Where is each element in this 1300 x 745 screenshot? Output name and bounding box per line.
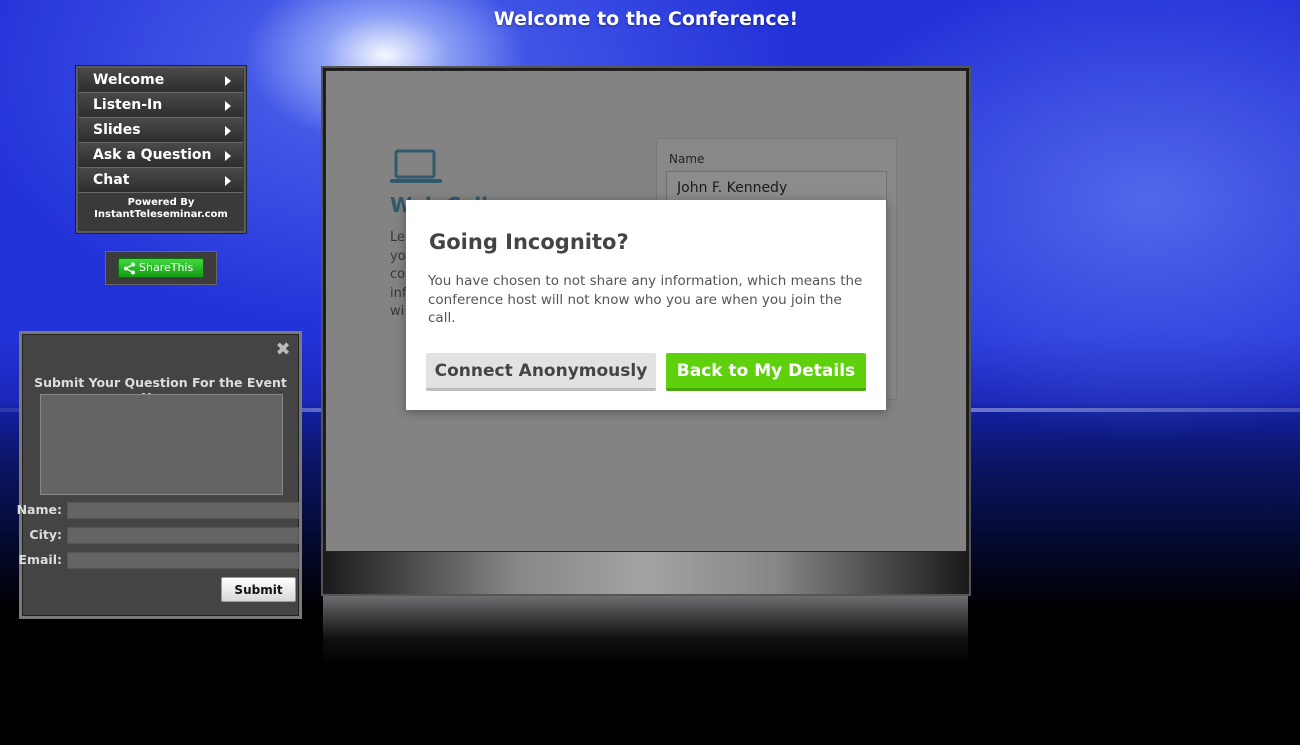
- nav-item-label: Chat: [93, 172, 130, 188]
- nav-item-listen-in[interactable]: Listen-In: [79, 93, 243, 118]
- dialog-title: Going Incognito?: [429, 230, 629, 254]
- stage-reflection: [323, 596, 968, 666]
- nav-item-welcome[interactable]: Welcome: [79, 68, 243, 93]
- nav-item-label: Ask a Question: [93, 147, 212, 163]
- powered-by-text: Powered By: [127, 197, 195, 208]
- sharethis-button[interactable]: ShareThis: [118, 258, 204, 278]
- nav-item-label: Welcome: [93, 72, 165, 88]
- incognito-dialog: Going Incognito? You have chosen to not …: [406, 200, 886, 410]
- question-panel: ✖ Submit Your Question For the Event Her…: [16, 331, 302, 619]
- powered-by-site: InstantTeleseminar.com: [94, 209, 228, 220]
- email-label: Email:: [18, 552, 62, 567]
- chevron-right-icon: [225, 101, 231, 111]
- nav-item-ask-a-question[interactable]: Ask a Question: [79, 143, 243, 168]
- sharethis-label: ShareThis: [139, 261, 194, 274]
- city-input[interactable]: [67, 527, 299, 544]
- chevron-right-icon: [225, 76, 231, 86]
- email-input[interactable]: [67, 552, 299, 569]
- name-input[interactable]: [67, 502, 299, 519]
- share-container: ShareThis: [105, 251, 217, 285]
- dialog-message: You have chosen to not share any informa…: [428, 273, 863, 326]
- name-label: Name:: [16, 502, 62, 517]
- close-icon[interactable]: ✖: [275, 341, 291, 359]
- question-textarea[interactable]: [40, 394, 283, 495]
- nav-item-label: Slides: [93, 122, 141, 138]
- powered-by-link[interactable]: Powered By InstantTeleseminar.com: [78, 193, 244, 221]
- nav-item-chat[interactable]: Chat: [79, 168, 243, 193]
- nav-item-label: Listen-In: [93, 97, 163, 113]
- city-label: City:: [29, 527, 62, 542]
- chevron-right-icon: [225, 126, 231, 136]
- submit-question-button[interactable]: Submit: [221, 577, 296, 602]
- chevron-right-icon: [225, 151, 231, 161]
- page-title: Welcome to the Conference!: [493, 8, 799, 30]
- stage-floor: [323, 552, 968, 594]
- share-icon: [124, 262, 135, 275]
- nav-menu: Welcome Listen-In Slides Ask a Question …: [76, 66, 246, 233]
- nav-item-slides[interactable]: Slides: [79, 118, 243, 143]
- chevron-right-icon: [225, 176, 231, 186]
- back-to-my-details-button[interactable]: Back to My Details: [666, 353, 866, 391]
- connect-anonymously-button[interactable]: Connect Anonymously: [426, 353, 656, 391]
